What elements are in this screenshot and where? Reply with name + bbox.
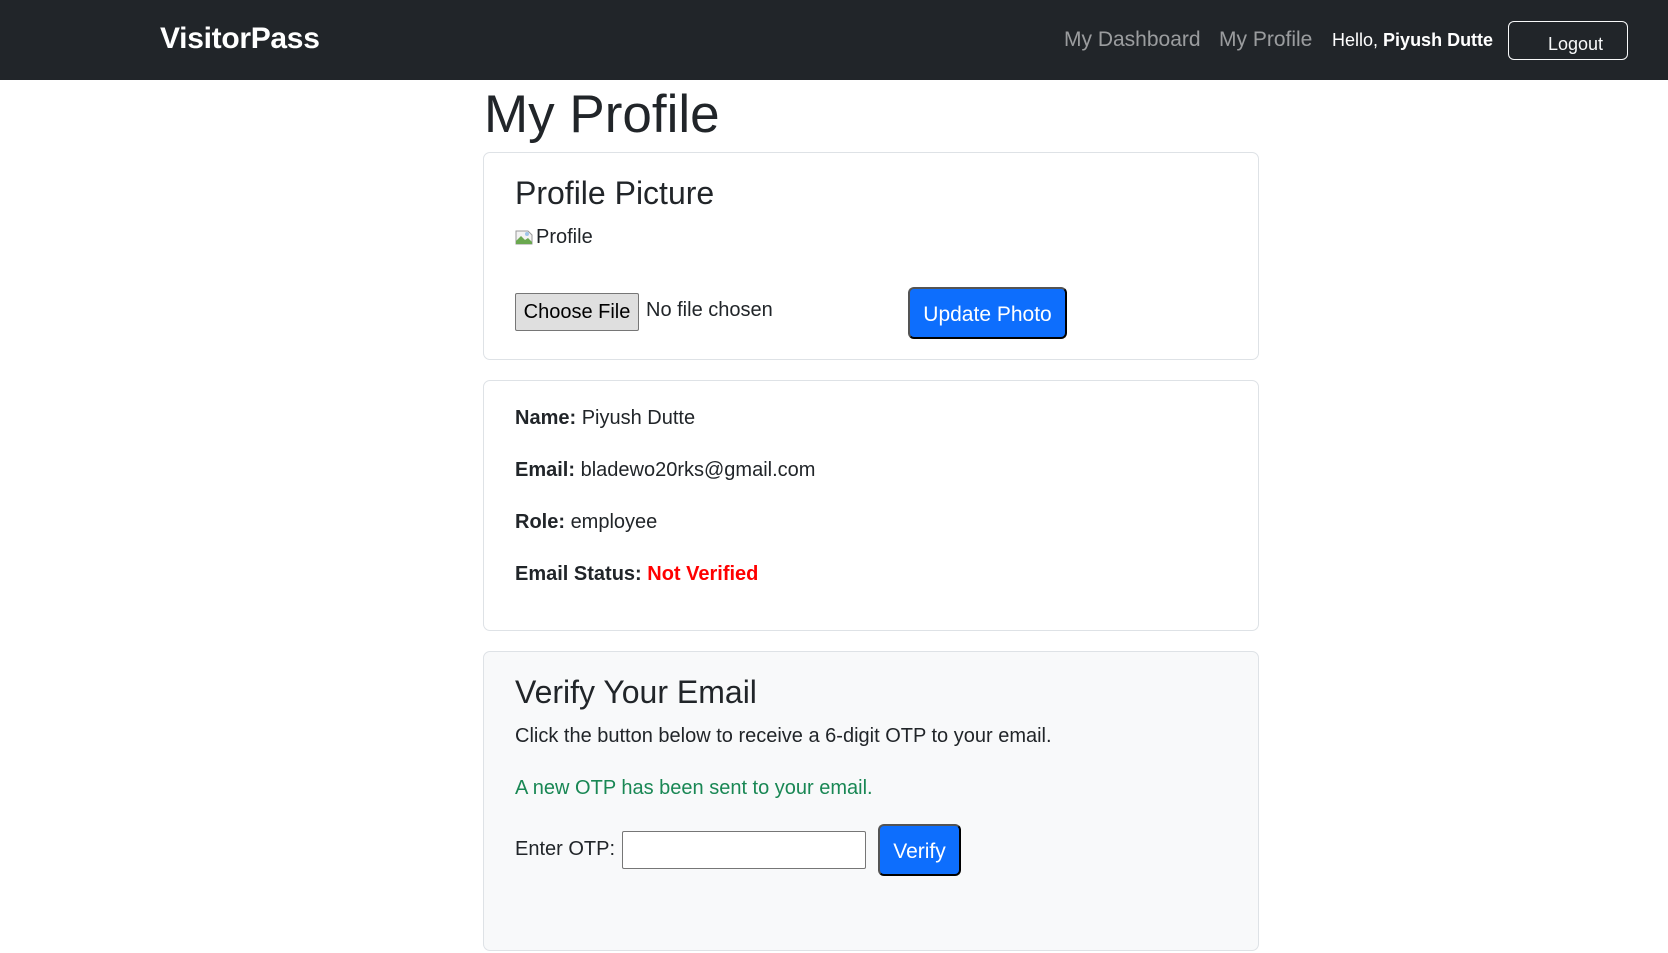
profile-image: Profile: [515, 225, 593, 249]
nav-link-dashboard[interactable]: My Dashboard: [1064, 28, 1201, 52]
name-value: Piyush Dutte: [581, 407, 696, 429]
verify-description: Click the button below to receive a 6-di…: [515, 725, 1052, 747]
greeting-prefix: Hello,: [1332, 30, 1379, 50]
email-status-badge: Not Verified: [647, 563, 759, 585]
otp-input[interactable]: [622, 831, 866, 869]
role-value: employee: [570, 511, 658, 533]
profile-picture-title: Profile Picture: [515, 175, 715, 211]
profile-image-alt: Profile: [536, 225, 593, 248]
verify-email-card: Verify Your Email Click the button below…: [483, 651, 1259, 951]
email-label: Email:: [515, 459, 576, 481]
verify-email-title: Verify Your Email: [515, 674, 757, 710]
otp-label: Enter OTP:: [515, 838, 616, 860]
info-role: Role: employee: [515, 511, 657, 534]
choose-file-button[interactable]: Choose File: [515, 293, 639, 331]
profile-info-card: Name: Piyush Dutte Email: bladewo20rks@g…: [483, 380, 1259, 631]
file-status: No file chosen: [646, 299, 773, 321]
logout-button[interactable]: Logout: [1508, 21, 1628, 60]
email-value: bladewo20rks@gmail.com: [580, 459, 816, 481]
greeting-username: Piyush Dutte: [1383, 30, 1494, 50]
brand-logo[interactable]: VisitorPass: [160, 22, 320, 56]
verify-button[interactable]: Verify: [878, 824, 961, 876]
name-label: Name:: [515, 407, 577, 429]
nav-link-profile[interactable]: My Profile: [1219, 28, 1312, 52]
user-greeting: Hello, Piyush Dutte: [1332, 30, 1493, 51]
email-status-label: Email Status:: [515, 563, 642, 585]
role-label: Role:: [515, 511, 565, 533]
info-email-status: Email Status: Not Verified: [515, 563, 758, 586]
info-name: Name: Piyush Dutte: [515, 407, 695, 430]
info-email: Email: bladewo20rks@gmail.com: [515, 459, 815, 482]
broken-image-icon: [515, 228, 535, 246]
otp-sent-message: A new OTP has been sent to your email.: [515, 777, 873, 799]
update-photo-button[interactable]: Update Photo: [908, 287, 1067, 339]
profile-picture-card: Profile Picture Profile Choose File No f…: [483, 152, 1259, 360]
navbar: VisitorPass My Dashboard My Profile Hell…: [0, 0, 1668, 80]
page-title: My Profile: [484, 85, 720, 144]
